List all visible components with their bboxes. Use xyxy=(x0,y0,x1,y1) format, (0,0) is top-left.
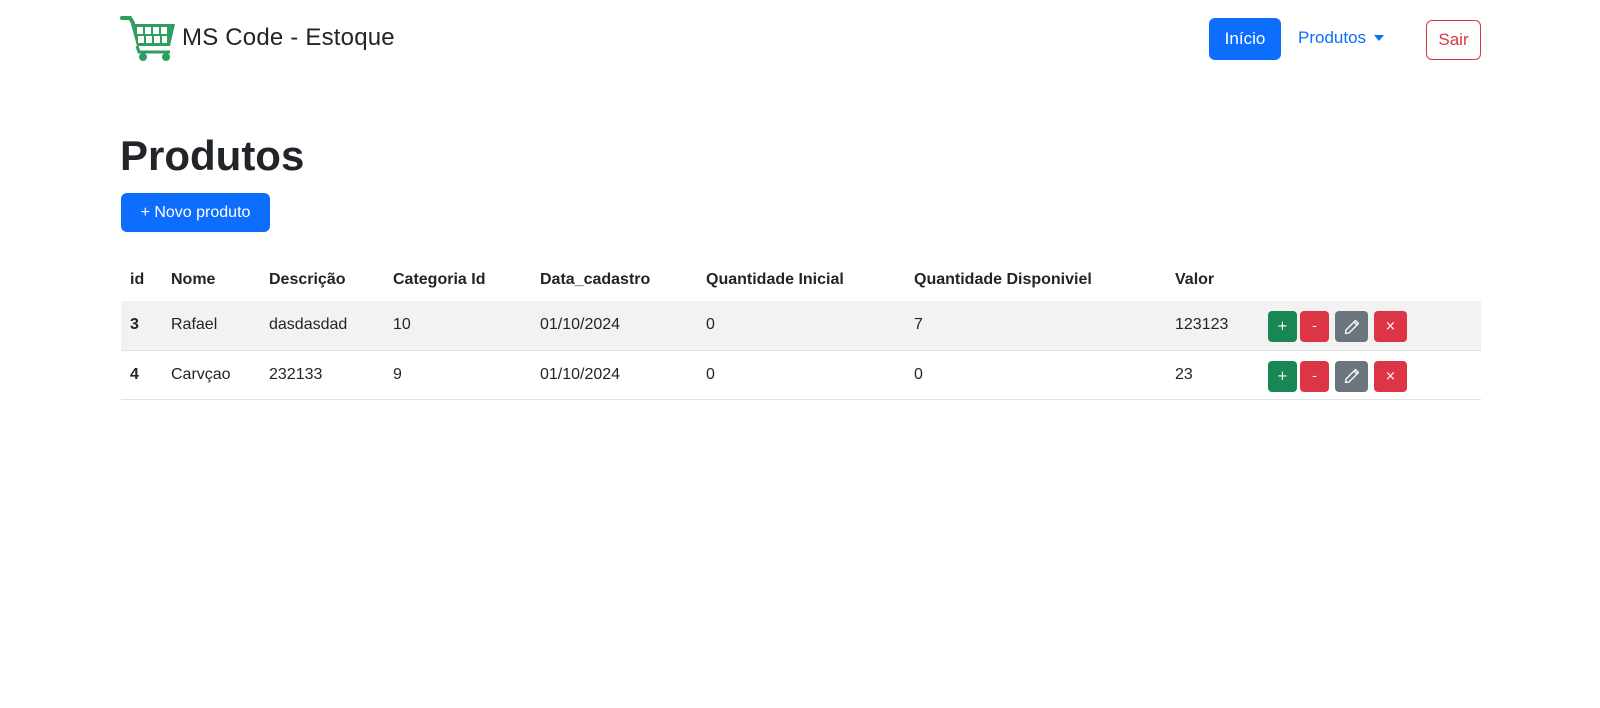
column-header-data-cadastro: Data_cadastro xyxy=(540,271,651,288)
cell-categoria-id: 9 xyxy=(384,350,531,400)
delete-product-button[interactable]: × xyxy=(1374,311,1407,343)
cell-quantidade-inicial: 0 xyxy=(697,350,905,400)
edit-product-button[interactable] xyxy=(1335,311,1368,343)
column-header-id: id xyxy=(130,271,145,288)
column-header-nome: Nome xyxy=(171,271,216,288)
column-header-valor: Valor xyxy=(1175,271,1215,288)
column-header-actions xyxy=(1259,259,1481,301)
cell-actions: + - × xyxy=(1259,350,1481,400)
cell-quantidade-disponivel: 7 xyxy=(905,301,1166,351)
edit-product-button[interactable] xyxy=(1335,360,1368,392)
table-row: 3 Rafael dasdasdad 10 01/10/2024 0 7 123… xyxy=(121,301,1481,351)
cell-descricao: 232133 xyxy=(260,350,384,400)
cell-quantidade-disponivel: 0 xyxy=(905,350,1166,400)
brand[interactable]: MS Code - Estoque xyxy=(120,14,395,62)
cell-id: 3 xyxy=(121,301,162,351)
cell-quantidade-inicial: 0 xyxy=(697,301,905,351)
pencil-icon xyxy=(1344,368,1359,384)
shopping-cart-icon xyxy=(120,16,175,61)
remove-stock-button[interactable]: - xyxy=(1300,311,1329,343)
produtos-dropdown-label: Produtos xyxy=(1298,28,1367,47)
cell-nome: Carvçao xyxy=(162,350,260,400)
table-row: 4 Carvçao 232133 9 01/10/2024 0 0 23 + - xyxy=(121,350,1481,400)
cell-actions: + - × xyxy=(1259,301,1481,351)
cell-data-cadastro: 01/10/2024 xyxy=(531,350,697,400)
products-table: id Nome Descrição Categoria Id Data_cada… xyxy=(121,259,1481,400)
column-header-quantidade-inicial: Quantidade Inicial xyxy=(706,271,844,288)
row-actions: + - × xyxy=(1268,360,1472,392)
row-actions: + - × xyxy=(1268,311,1472,343)
remove-stock-button[interactable]: - xyxy=(1300,360,1329,392)
inicio-button[interactable]: Início xyxy=(1209,18,1281,60)
column-header-quantidade-disponivel: Quantidade Disponiviel xyxy=(914,271,1092,288)
cell-categoria-id: 10 xyxy=(384,301,531,351)
cell-id: 4 xyxy=(121,350,162,400)
brand-title: MS Code - Estoque xyxy=(182,24,395,51)
sair-button[interactable]: Sair xyxy=(1426,20,1481,60)
produtos-dropdown[interactable]: Produtos xyxy=(1298,28,1385,48)
table-header-row: id Nome Descrição Categoria Id Data_cada… xyxy=(121,259,1481,301)
add-stock-button[interactable]: + xyxy=(1268,311,1297,343)
delete-product-button[interactable]: × xyxy=(1374,360,1407,392)
cell-valor: 23 xyxy=(1166,350,1259,400)
column-header-descricao: Descrição xyxy=(269,271,346,288)
new-product-button[interactable]: + Novo produto xyxy=(121,193,270,232)
cell-nome: Rafael xyxy=(162,301,260,351)
page-title: Produtos xyxy=(120,132,305,179)
caret-down-icon xyxy=(1374,35,1385,41)
column-header-categoria-id: Categoria Id xyxy=(393,271,486,288)
cell-descricao: dasdasdad xyxy=(260,301,384,351)
pencil-icon xyxy=(1344,319,1359,334)
cell-data-cadastro: 01/10/2024 xyxy=(531,301,697,351)
add-stock-button[interactable]: + xyxy=(1268,360,1297,392)
cell-valor: 123123 xyxy=(1166,301,1259,351)
navbar: MS Code - Estoque Início Produtos Sair xyxy=(0,0,1600,80)
